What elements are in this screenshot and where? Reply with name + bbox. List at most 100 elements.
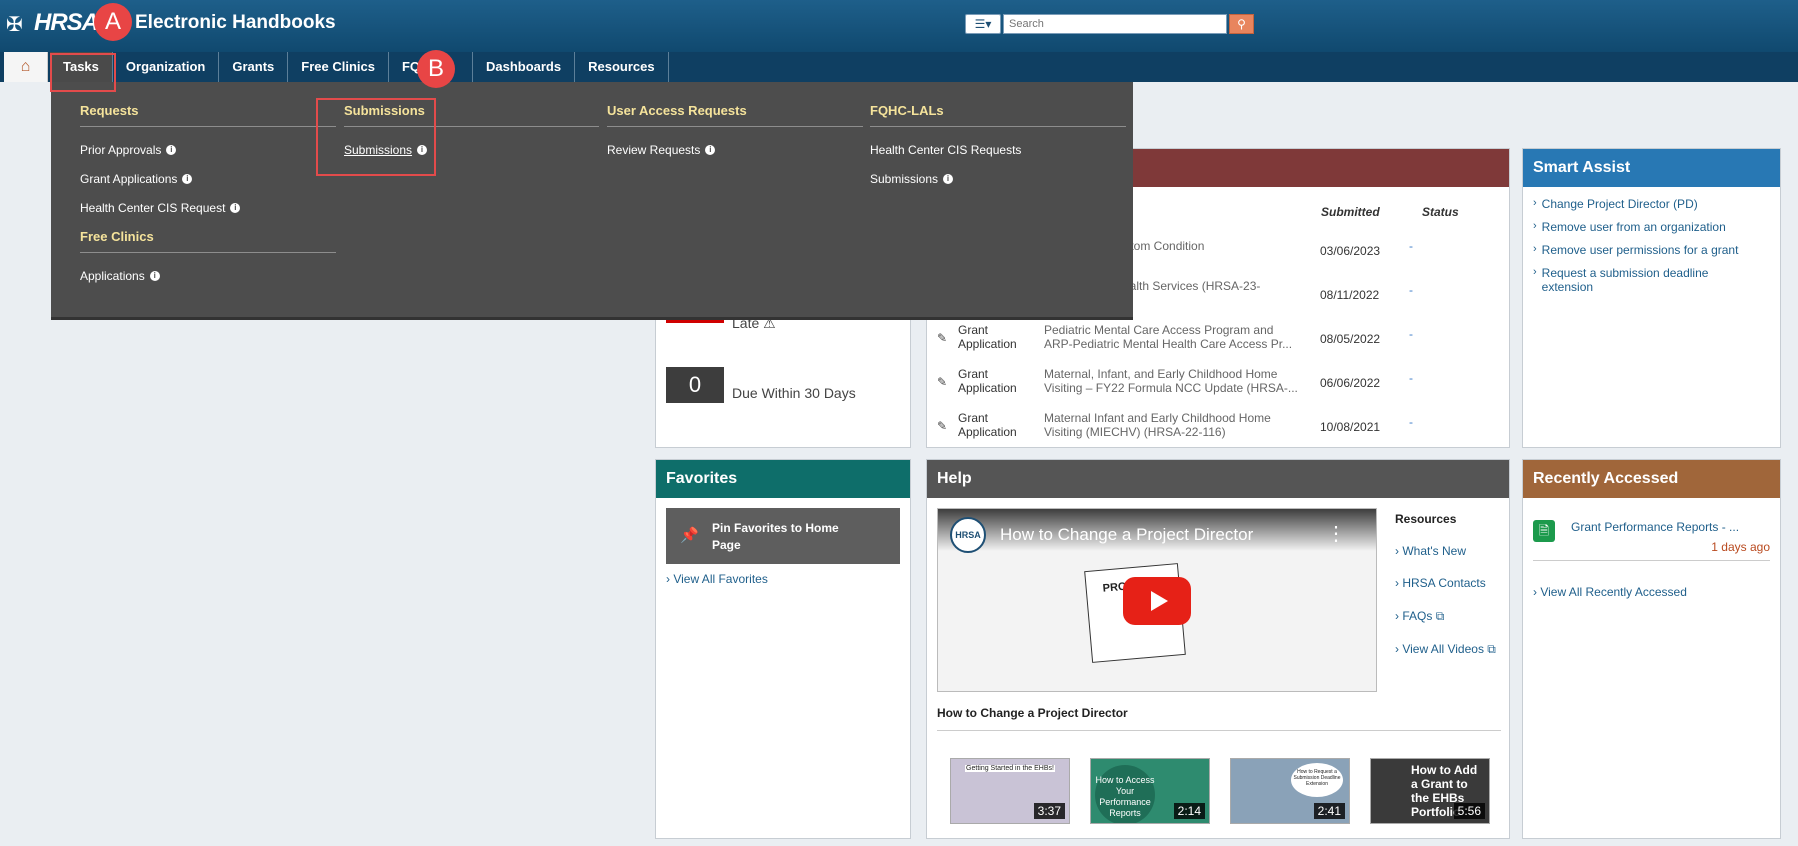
health-center-cis-request-link[interactable]: Health Center CIS Request i bbox=[80, 201, 336, 215]
chevron-right-icon: › bbox=[1533, 197, 1537, 209]
edit-icon[interactable]: ✎ bbox=[937, 331, 947, 345]
view-all-favorites-link[interactable]: › View All Favorites bbox=[666, 572, 768, 586]
table-row: ✎ Grant Application Pediatric Mental Car… bbox=[927, 317, 1507, 361]
status-value: - bbox=[1409, 371, 1413, 385]
faqs-link[interactable]: › FAQs ⧉ bbox=[1395, 609, 1444, 624]
info-icon[interactable]: i bbox=[230, 203, 241, 213]
pin-favorites-button[interactable]: 📌 Pin Favorites to Home Page bbox=[666, 508, 900, 564]
recent-item-age: 1 days ago bbox=[1711, 540, 1770, 554]
applications-link[interactable]: Applications i bbox=[80, 269, 336, 283]
resources-title: Resources bbox=[1395, 512, 1457, 526]
search-button[interactable]: ⚲ bbox=[1229, 14, 1254, 34]
video-duration: 2:41 bbox=[1313, 803, 1345, 819]
video-title[interactable]: How to Change a Project Director bbox=[1000, 525, 1253, 545]
help-panel: Help PROJECT DIR HRSA How to Change a Pr… bbox=[926, 459, 1510, 839]
view-all-videos-link[interactable]: › View All Videos ⧉ bbox=[1395, 642, 1496, 657]
smart-assist-link[interactable]: Request a submission deadline extension bbox=[1542, 266, 1732, 294]
health-center-cis-requests-link[interactable]: Health Center CIS Requests bbox=[870, 143, 1126, 157]
prior-approvals-link[interactable]: Prior Approvals i bbox=[80, 143, 336, 157]
video-caption: How to Change a Project Director bbox=[937, 706, 1128, 720]
info-icon[interactable]: i bbox=[166, 145, 177, 155]
smart-assist-link[interactable]: Remove user permissions for a grant bbox=[1542, 243, 1739, 257]
more-options-icon[interactable]: ⋮ bbox=[1326, 521, 1346, 546]
video-duration: 2:14 bbox=[1173, 803, 1205, 819]
review-requests-link[interactable]: Review Requests i bbox=[607, 143, 863, 157]
nav-resources[interactable]: Resources bbox=[575, 52, 669, 82]
video-duration: 3:37 bbox=[1033, 803, 1065, 819]
info-icon[interactable]: i bbox=[943, 174, 954, 184]
play-button-icon[interactable] bbox=[1123, 577, 1191, 625]
favorites-title: Favorites bbox=[656, 460, 910, 498]
smart-assist-panel: Smart Assist › Change Project Director (P… bbox=[1522, 148, 1781, 448]
video-player[interactable]: PROJECT DIR HRSA How to Change a Project… bbox=[937, 508, 1377, 692]
submission-type: Grant Application bbox=[958, 367, 1017, 395]
column-header-status[interactable]: Status bbox=[1422, 205, 1459, 219]
free-clinics-heading: Free Clinics bbox=[80, 215, 336, 253]
divider bbox=[1533, 560, 1770, 561]
video-duration: 5:56 bbox=[1453, 803, 1485, 819]
pin-favorites-label: Pin Favorites to Home Page bbox=[712, 521, 839, 552]
video-thumbnail[interactable]: How to Access Your Performance Reports 2… bbox=[1090, 758, 1210, 824]
list-item: 🗎 Grant Performance Reports - ... 1 days… bbox=[1523, 498, 1780, 562]
submission-title[interactable]: Pediatric Mental Care Access Program and… bbox=[1044, 323, 1304, 351]
edit-icon[interactable]: ✎ bbox=[937, 419, 947, 433]
chevron-right-icon: › bbox=[1533, 243, 1537, 255]
view-all-recent-link[interactable]: › View All Recently Accessed bbox=[1533, 585, 1687, 599]
hrsa-contacts-link[interactable]: › HRSA Contacts bbox=[1395, 576, 1486, 590]
user-access-column: User Access Requests Review Requests i bbox=[607, 82, 863, 157]
nav-dashboards[interactable]: Dashboards bbox=[473, 52, 576, 82]
main-nav: ⌂ Tasks Organization Grants Free Clinics… bbox=[0, 52, 1798, 82]
thumbnail-text: Getting Started in the EHBs! bbox=[965, 765, 1055, 772]
requests-heading: Requests bbox=[80, 82, 336, 127]
submitted-date: 10/08/2021 bbox=[1320, 420, 1381, 434]
nav-free-clinics[interactable]: Free Clinics bbox=[288, 52, 389, 82]
info-icon[interactable]: i bbox=[705, 145, 716, 155]
search-input[interactable] bbox=[1003, 14, 1227, 34]
nav-grants[interactable]: Grants bbox=[219, 52, 289, 82]
whats-new-link[interactable]: › What's New bbox=[1395, 544, 1466, 558]
smart-assist-link[interactable]: Change Project Director (PD) bbox=[1542, 197, 1698, 211]
submission-type: Grant Application bbox=[958, 411, 1017, 439]
favorites-panel: Favorites 📌 Pin Favorites to Home Page ›… bbox=[655, 459, 911, 839]
table-row: ✎ Grant Application Maternal Infant and … bbox=[927, 405, 1507, 449]
callout-a: A bbox=[94, 3, 132, 41]
submitted-date: 03/06/2023 bbox=[1320, 244, 1381, 258]
user-access-heading: User Access Requests bbox=[607, 82, 863, 127]
info-icon[interactable]: i bbox=[182, 174, 193, 184]
fqhc-lals-column: FQHC-LALs Health Center CIS Requests Sub… bbox=[870, 82, 1126, 186]
divider bbox=[937, 730, 1501, 731]
thumbnail-text: How to Request a Submission Deadline Ext… bbox=[1291, 763, 1343, 797]
video-thumbnail[interactable]: How to Add a Grant to the EHBs Portfolio… bbox=[1370, 758, 1490, 824]
home-icon: ⌂ bbox=[20, 58, 31, 75]
edit-icon[interactable]: ✎ bbox=[937, 375, 947, 389]
column-header-submitted[interactable]: Submitted bbox=[1321, 205, 1380, 219]
recently-accessed-panel: Recently Accessed 🗎 Grant Performance Re… bbox=[1522, 459, 1781, 839]
grant-applications-link[interactable]: Grant Applications i bbox=[80, 172, 336, 186]
hrsa-logo[interactable]: HRSA bbox=[34, 9, 99, 37]
thumbnail-text: How to Access Your Performance Reports bbox=[1095, 765, 1155, 823]
status-value: - bbox=[1409, 327, 1413, 341]
due30-label: Due Within 30 Days bbox=[732, 385, 856, 401]
pin-icon: 📌 bbox=[680, 527, 699, 544]
fqhc-submissions-link[interactable]: Submissions i bbox=[870, 172, 1126, 186]
file-icon: 🗎 bbox=[1533, 520, 1555, 542]
video-thumbnail[interactable]: Getting Started in the EHBs! 3:37 bbox=[950, 758, 1070, 824]
hrsa-channel-badge[interactable]: HRSA bbox=[950, 517, 986, 553]
status-value: - bbox=[1409, 415, 1413, 429]
tasks-dropdown-menu: Requests Prior Approvals i Grant Applicat… bbox=[51, 82, 1133, 320]
recent-item-link[interactable]: Grant Performance Reports - ... bbox=[1571, 520, 1739, 534]
smart-assist-link[interactable]: Remove user from an organization bbox=[1542, 220, 1726, 234]
due30-count-box[interactable]: 0 bbox=[666, 367, 724, 403]
submission-title[interactable]: Maternal Infant and Early Childhood Home… bbox=[1044, 411, 1304, 439]
video-thumbnail[interactable]: How to Request a Submission Deadline Ext… bbox=[1230, 758, 1350, 824]
status-value: - bbox=[1409, 239, 1413, 253]
submission-title[interactable]: Maternal, Infant, and Early Childhood Ho… bbox=[1044, 367, 1304, 395]
top-header: ✠ HRSA Electronic Handbooks ☰▾ ⚲ bbox=[0, 0, 1798, 52]
external-link-icon: ⧉ bbox=[1487, 642, 1496, 656]
search-scope-menu[interactable]: ☰▾ bbox=[965, 14, 1001, 34]
nav-organization[interactable]: Organization bbox=[113, 52, 220, 82]
info-icon[interactable]: i bbox=[149, 271, 160, 281]
app-title[interactable]: Electronic Handbooks bbox=[135, 12, 336, 34]
external-link-icon: ⧉ bbox=[1435, 609, 1445, 623]
home-button[interactable]: ⌂ bbox=[4, 52, 48, 82]
